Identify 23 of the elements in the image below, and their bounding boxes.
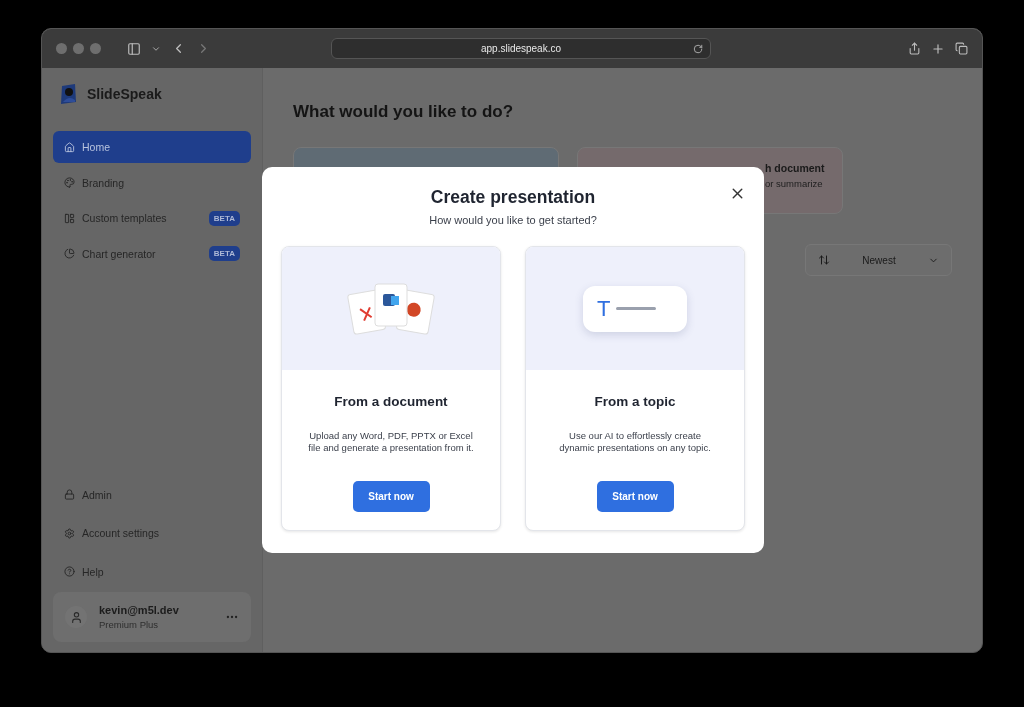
beta-badge: BETA [208, 210, 240, 226]
nav-label: Help [82, 565, 105, 578]
nav-label: Chart generator [82, 247, 157, 260]
page-heading: What would you like to do? [293, 102, 515, 122]
modal-subtitle: How would you like to get started? [429, 214, 597, 226]
card-description: or summarize [765, 178, 823, 189]
nav-label: Custom templates [82, 212, 168, 224]
beta-badge: BETA [208, 246, 240, 261]
brand-name: SlideSpeak [87, 86, 162, 102]
option-description: Use our AI to effortlessly create dynamic presentations on any topic. [558, 428, 712, 455]
user-plan: Premium Plus [99, 619, 160, 630]
option-title: From a document [334, 394, 448, 409]
url-text: app.slidespeak.co [480, 43, 562, 54]
modal-title: Create presentation [430, 187, 596, 208]
nav-label: Admin [82, 488, 113, 501]
nav-label: Account settings [82, 527, 161, 539]
text-field-drawing: T [583, 285, 687, 332]
option-description: Upload any Word, PDF, PPTX or Excel file and generate a presentation from it. [308, 428, 474, 455]
nav-label: Branding [82, 176, 126, 189]
user-email: kevin@m5l.dev [99, 604, 180, 616]
card-title: h document [765, 162, 825, 174]
option-title: From a topic [594, 394, 676, 409]
nav-label: Home [82, 141, 111, 153]
